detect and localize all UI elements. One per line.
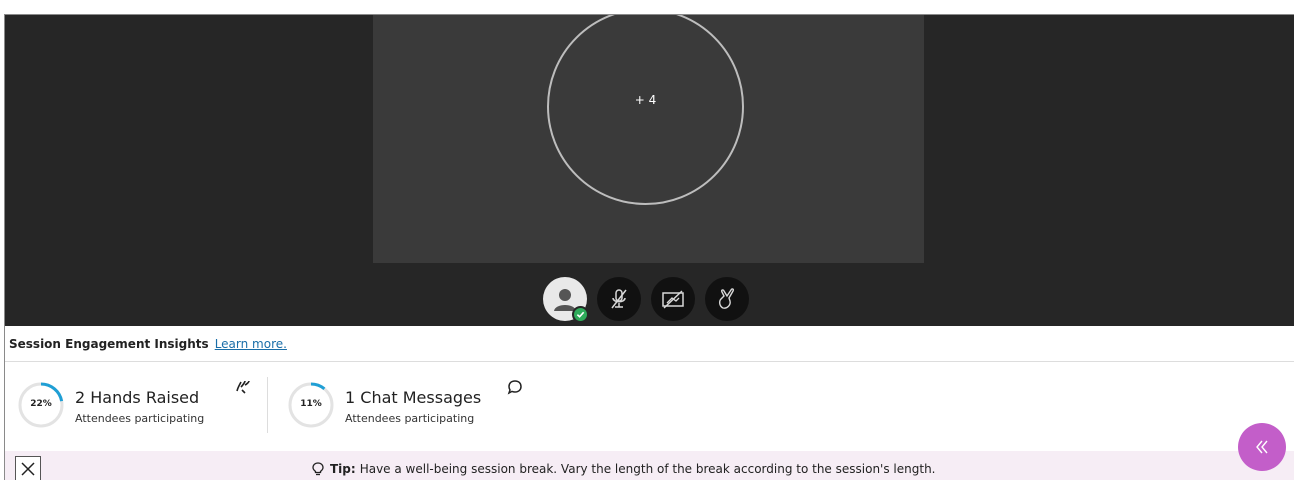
tip-message: Tip: Have a well-being session break. Va… [312, 462, 935, 476]
session-window: + 4 Session Engagement Insights Learn mo… [4, 14, 1294, 480]
lightbulb-icon [312, 462, 324, 476]
chat-messages-metric: 11% 1 Chat Messages Attendees participat… [285, 377, 545, 433]
checkmark-icon [576, 311, 585, 318]
insights-header: Session Engagement Insights Learn more. [5, 326, 1294, 362]
hands-raised-metric: 22% 2 Hands Raised Attendees participati… [15, 377, 268, 433]
tip-bar: Tip: Have a well-being session break. Va… [5, 451, 1294, 480]
double-chevron-left-icon [1256, 440, 1268, 454]
my-status-button[interactable] [543, 277, 589, 323]
media-controls [543, 277, 749, 323]
raise-hand-icon [718, 288, 734, 309]
learn-more-link[interactable]: Learn more. [215, 337, 287, 351]
raised-hand-icon [236, 380, 250, 394]
metric-title: 1 Chat Messages [345, 388, 482, 407]
metric-percent: 22% [30, 399, 52, 409]
insights-title: Session Engagement Insights [9, 336, 209, 351]
metric-percent: 11% [300, 399, 322, 409]
microphone-button[interactable] [597, 277, 641, 321]
metric-title: 2 Hands Raised [75, 388, 200, 407]
camera-button[interactable] [651, 277, 695, 321]
close-tip-button[interactable] [15, 456, 41, 480]
raise-hand-button[interactable] [705, 277, 749, 321]
collapse-panel-button[interactable] [1238, 423, 1286, 471]
metric-subtitle: Attendees participating [75, 412, 205, 425]
chat-bubble-icon [507, 380, 522, 395]
video-stage: + 4 [5, 15, 1294, 326]
camera-off-icon [662, 290, 684, 309]
metric-subtitle: Attendees participating [345, 412, 475, 425]
close-icon [21, 462, 35, 476]
microphone-muted-icon [611, 289, 627, 309]
overflow-participants-circle[interactable]: + 4 [547, 15, 744, 205]
overflow-count: + 4 [634, 93, 657, 107]
video-tile: + 4 [373, 15, 924, 263]
status-indicator [572, 306, 589, 323]
tip-text: Have a well-being session break. Vary th… [359, 462, 936, 476]
engagement-metrics: 22% 2 Hands Raised Attendees participati… [5, 363, 1294, 451]
tip-label: Tip: [330, 462, 356, 476]
